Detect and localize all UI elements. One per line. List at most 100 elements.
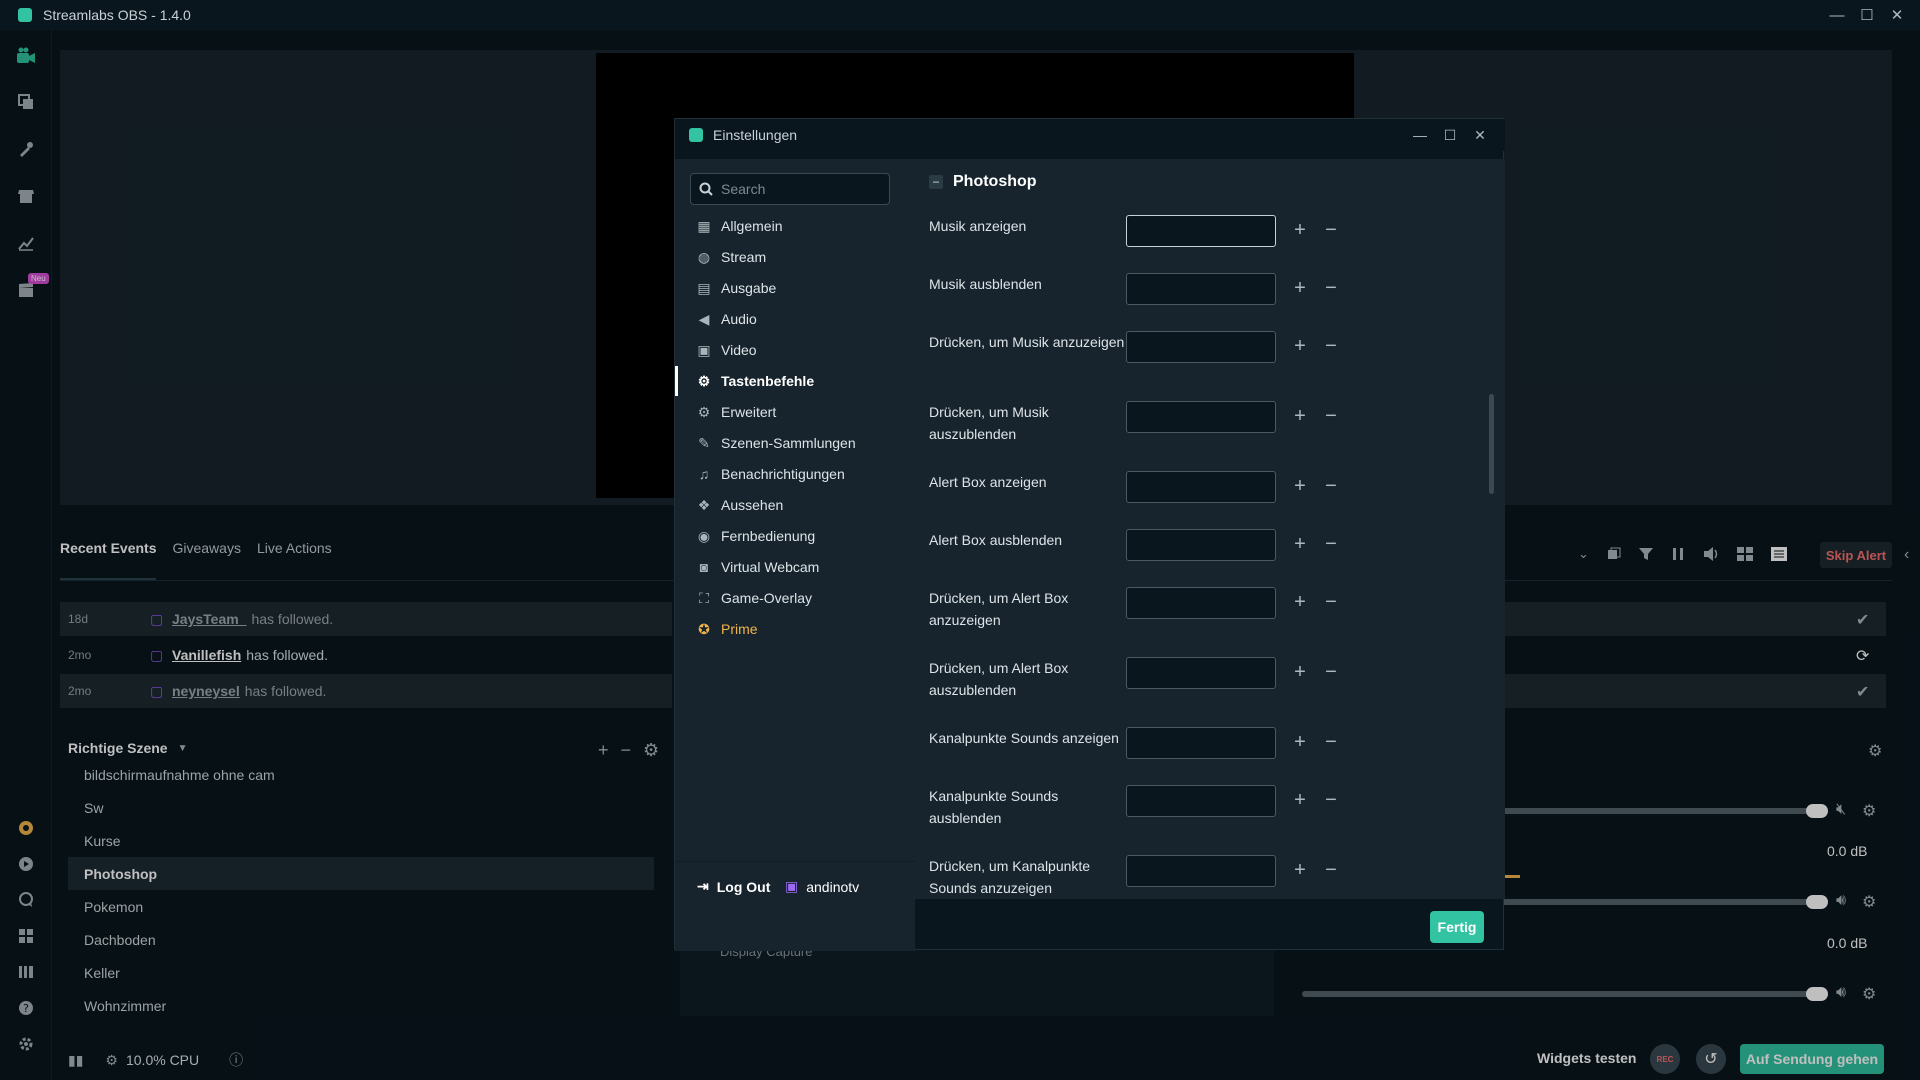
section-header[interactable]: − Photoshop — [929, 173, 1037, 191]
minimize-icon[interactable]: — — [1405, 127, 1435, 143]
hotkey-input[interactable] — [1126, 727, 1276, 759]
dialog-window-controls: — ☐ ✕ — [1405, 119, 1495, 151]
hotkey-input[interactable] — [1126, 401, 1276, 433]
menu-label: Prime — [721, 621, 758, 637]
hotkey-input[interactable] — [1126, 855, 1276, 887]
add-binding-icon[interactable]: + — [1290, 859, 1310, 881]
menu-label: Virtual Webcam — [721, 559, 820, 575]
minimize-icon[interactable]: — — [1822, 7, 1852, 24]
remove-binding-icon[interactable]: − — [1321, 731, 1341, 753]
remove-binding-icon[interactable]: − — [1321, 859, 1341, 881]
done-button[interactable]: Fertig — [1430, 911, 1484, 943]
menu-label: Aussehen — [721, 497, 784, 513]
settings-dialog: Einstellungen — ☐ ✕ Search ▦ Allgemein ◍ S… — [674, 118, 1505, 951]
sidebar-account: ⇥ Log Out ▣ andinotv — [675, 861, 915, 951]
menu-item-virtual-webcam[interactable]: ◙ Virtual Webcam — [675, 552, 915, 582]
collapse-icon[interactable]: − — [929, 175, 943, 189]
add-binding-icon[interactable]: + — [1290, 533, 1310, 555]
remove-binding-icon[interactable]: − — [1321, 405, 1341, 427]
account-name: ▣ andinotv — [785, 878, 859, 895]
remove-binding-icon[interactable]: − — [1321, 335, 1341, 357]
dialog-logo-icon — [689, 128, 703, 142]
hotkey-label: Drücken, um Kanalpunkte Sounds anzuzeige… — [929, 858, 1091, 896]
menu-item-benachrichtigungen[interactable]: ♫ Benachrichtigungen — [675, 459, 915, 489]
hotkey-input[interactable] — [1126, 471, 1276, 503]
menu-item-aussehen[interactable]: ❖ Aussehen — [675, 490, 915, 520]
content-scrollbar[interactable] — [1489, 394, 1494, 494]
hotkey-input[interactable] — [1126, 785, 1276, 817]
hotkey-label: Alert Box ausblenden — [929, 532, 1063, 548]
menu-item-video[interactable]: ▣ Video — [675, 335, 915, 365]
remove-binding-icon[interactable]: − — [1321, 661, 1341, 683]
hotkey-label: Drücken, um Alert Box auszublenden — [929, 660, 1069, 698]
hotkey-input[interactable] — [1126, 331, 1276, 363]
add-binding-icon[interactable]: + — [1290, 277, 1310, 299]
hotkey-label: Drücken, um Musik anzuzeigen — [929, 334, 1125, 350]
dialog-title: Einstellungen — [713, 127, 798, 143]
output-icon: ▤ — [697, 279, 711, 296]
globe-icon: ◍ — [697, 248, 711, 265]
add-binding-icon[interactable]: + — [1290, 661, 1310, 683]
menu-item-allgemein[interactable]: ▦ Allgemein — [675, 211, 915, 241]
app-title: Streamlabs OBS - 1.4.0 — [43, 7, 191, 23]
menu-item-stream[interactable]: ◍ Stream — [675, 242, 915, 272]
gear-icon: ⚙ — [697, 372, 711, 389]
hotkey-input[interactable] — [1126, 657, 1276, 689]
collections-icon: ✎ — [698, 434, 710, 451]
add-binding-icon[interactable]: + — [1290, 591, 1310, 613]
logout-icon: ⇥ — [697, 878, 709, 894]
add-binding-icon[interactable]: + — [1290, 731, 1310, 753]
camera-icon: ◙ — [699, 559, 709, 575]
username-label: andinotv — [806, 878, 860, 895]
speaker-icon: ◀ — [698, 310, 710, 327]
close-icon[interactable]: ✕ — [1465, 127, 1495, 144]
maximize-icon[interactable]: ☐ — [1435, 127, 1465, 144]
remove-binding-icon[interactable]: − — [1321, 475, 1341, 497]
menu-item-ausgabe[interactable]: ▤ Ausgabe — [675, 273, 915, 303]
remove-binding-icon[interactable]: − — [1321, 277, 1341, 299]
add-binding-icon[interactable]: + — [1290, 405, 1310, 427]
logout-button[interactable]: ⇥ Log Out — [697, 878, 770, 895]
menu-item-game-overlay[interactable]: ⛶ Game-Overlay — [675, 583, 915, 613]
hotkey-label: Musik anzeigen — [929, 218, 1027, 234]
search-input[interactable]: Search — [690, 173, 890, 205]
remove-binding-icon[interactable]: − — [1321, 789, 1341, 811]
menu-item-fernbedienung[interactable]: ◉ Fernbedienung — [675, 521, 915, 551]
menu-label: Stream — [721, 249, 767, 265]
add-binding-icon[interactable]: + — [1290, 789, 1310, 811]
menu-label: Game-Overlay — [721, 590, 813, 606]
maximize-icon[interactable]: ☐ — [1852, 6, 1882, 24]
menu-item-tastenbefehle[interactable]: ⚙ Tastenbefehle — [675, 366, 915, 396]
section-title: Photoshop — [953, 173, 1037, 190]
hotkey-input[interactable] — [1126, 529, 1276, 561]
hotkey-input[interactable] — [1126, 587, 1276, 619]
menu-item-prime[interactable]: ✪ Prime — [675, 614, 915, 644]
hotkey-label: Alert Box anzeigen — [929, 474, 1047, 490]
close-icon[interactable]: ✕ — [1882, 6, 1912, 24]
hotkey-label: Kanalpunkte Sounds ausblenden — [929, 788, 1059, 826]
remove-binding-icon[interactable]: − — [1321, 533, 1341, 555]
menu-item-szenen-sammlungen[interactable]: ✎ Szenen-Sammlungen — [675, 428, 915, 458]
grid-icon: ▦ — [697, 217, 711, 234]
hotkey-label: Drücken, um Alert Box anzuzeigen — [929, 590, 1069, 628]
remote-icon: ◉ — [697, 527, 711, 544]
add-binding-icon[interactable]: + — [1290, 219, 1310, 241]
remove-binding-icon[interactable]: − — [1321, 591, 1341, 613]
menu-label: Fernbedienung — [721, 528, 816, 544]
dialog-titlebar: Einstellungen — ☐ ✕ — [675, 119, 1505, 151]
add-binding-icon[interactable]: + — [1290, 335, 1310, 357]
menu-item-audio[interactable]: ◀ Audio — [675, 304, 915, 334]
video-icon: ▣ — [697, 341, 711, 358]
hotkeys-content: − Photoshop Musik anzeigen + − Musik aus… — [915, 159, 1505, 899]
hotkey-input[interactable] — [1126, 215, 1276, 247]
menu-label: Tastenbefehle — [721, 373, 815, 389]
hotkey-input[interactable] — [1126, 273, 1276, 305]
remove-binding-icon[interactable]: − — [1321, 219, 1341, 241]
menu-item-erweitert[interactable]: ⚙ Erweitert — [675, 397, 915, 427]
menu-label: Ausgabe — [721, 280, 777, 296]
hotkey-label: Kanalpunkte Sounds anzeigen — [929, 730, 1119, 746]
add-binding-icon[interactable]: + — [1290, 475, 1310, 497]
bell-icon: ♫ — [698, 466, 710, 482]
overlay-icon: ⛶ — [699, 589, 709, 606]
cogs-icon: ⚙ — [697, 403, 711, 420]
